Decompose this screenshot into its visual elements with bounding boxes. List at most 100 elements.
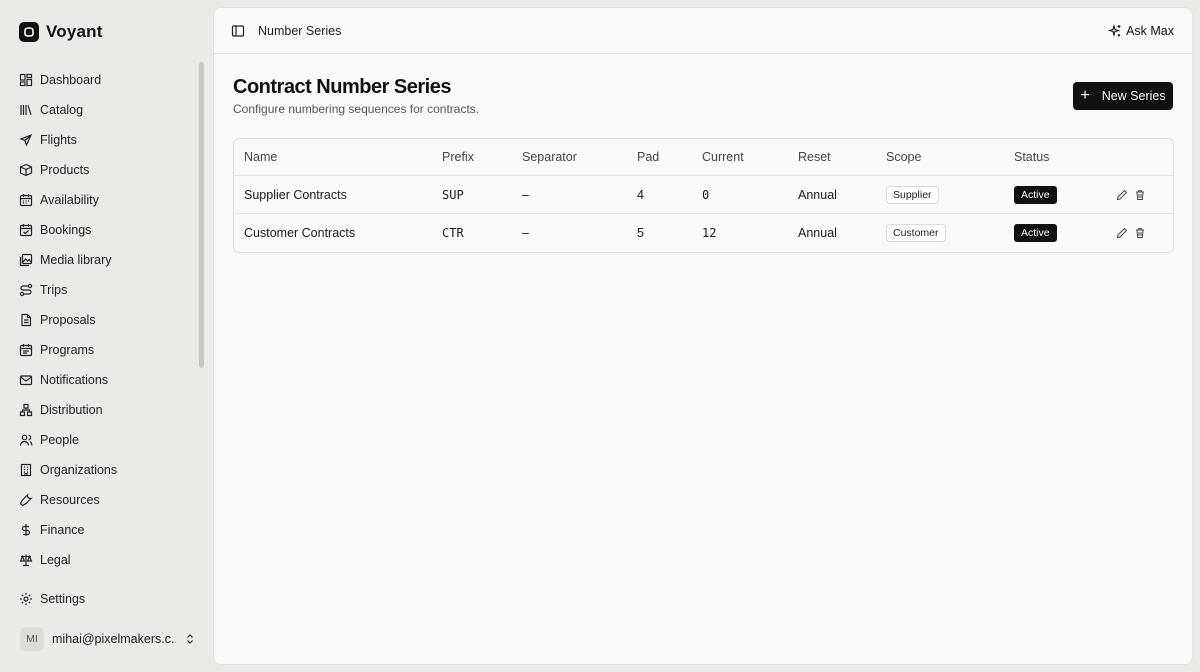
sidebar-item-programs[interactable]: Programs <box>12 335 196 365</box>
sidebar-item-label: Finance <box>40 523 85 537</box>
edit-pencil-icon[interactable] <box>1116 189 1128 201</box>
column-header-separator[interactable]: Separator <box>522 139 577 175</box>
row-separator: – <box>522 226 529 240</box>
row-scope-cell: Supplier <box>886 176 939 213</box>
library-icon <box>20 105 32 115</box>
sidebar-item-flights[interactable]: Flights <box>12 125 196 155</box>
sidebar-item-legal[interactable]: Legal <box>12 545 196 575</box>
sidebar-item-label: Media library <box>40 253 112 267</box>
column-header-current[interactable]: Current <box>702 139 744 175</box>
column-header-pad[interactable]: Pad <box>637 139 659 175</box>
row-name: Supplier Contracts <box>244 187 347 202</box>
sidebar-item-availability[interactable]: Availability <box>12 185 196 215</box>
sidebar-item-finance[interactable]: Finance <box>12 515 196 545</box>
table-header-row: Name Prefix Separator Pad Current Reset … <box>234 139 1173 176</box>
plane-icon <box>19 133 33 147</box>
row-reset: Annual <box>798 226 837 240</box>
sidebar-nav: Dashboard Catalog Flights Products Avail… <box>12 65 196 575</box>
network-icon <box>19 403 33 417</box>
sidebar-item-bookings[interactable]: Bookings <box>12 215 196 245</box>
top-bar: Number Series Ask Max <box>214 8 1192 54</box>
row-pad: 4 <box>637 187 644 202</box>
row-prefix: CTR <box>442 226 464 240</box>
chevron-up-down-icon <box>187 634 193 644</box>
sidebar-item-notifications[interactable]: Notifications <box>12 365 196 395</box>
row-reset: Annual <box>798 187 837 202</box>
sidebar-item-proposals[interactable]: Proposals <box>12 305 196 335</box>
sidebar-item-label: Legal <box>40 553 71 567</box>
sidebar-item-trips[interactable]: Trips <box>12 275 196 305</box>
row-current: 12 <box>702 226 717 240</box>
sidebar-item-label: Proposals <box>40 313 96 327</box>
sidebar-item-label: Catalog <box>40 103 84 117</box>
sidebar-item-label: Resources <box>40 493 100 507</box>
sidebar-item-label: Availability <box>40 193 99 207</box>
sidebar-item-label: Flights <box>40 133 77 147</box>
delete-trash-icon[interactable] <box>1134 189 1146 201</box>
ask-max-button[interactable]: Ask Max <box>1108 23 1174 38</box>
sidebar-toggle-icon[interactable] <box>231 24 245 38</box>
images-icon <box>19 253 33 267</box>
sidebar-item-label: Products <box>40 163 90 177</box>
status-badge: Active <box>1014 224 1057 242</box>
sidebar-settings-section: Settings <box>12 584 196 614</box>
sidebar-item-dashboard[interactable]: Dashboard <box>12 65 196 95</box>
dollar-icon <box>21 524 31 536</box>
calendar-icon <box>19 194 33 207</box>
dashboard-icon <box>19 73 33 87</box>
brand[interactable]: Voyant <box>19 20 103 44</box>
breadcrumb: Number Series <box>258 23 342 38</box>
user-email: mihai@pixelmakers.c... <box>52 632 176 646</box>
page-title: Contract Number Series <box>233 76 451 98</box>
mail-icon <box>19 375 33 386</box>
main-panel: Number Series Ask Max Contract Number Se… <box>213 7 1193 665</box>
plus-icon: + <box>1080 87 1090 104</box>
sidebar-item-label: Distribution <box>40 403 103 417</box>
delete-trash-icon[interactable] <box>1134 227 1146 239</box>
row-actions <box>1116 176 1146 213</box>
sidebar-item-label: Bookings <box>40 223 92 237</box>
scope-badge: Supplier <box>886 185 939 204</box>
sidebar-item-organizations[interactable]: Organizations <box>12 455 196 485</box>
edit-pencil-icon[interactable] <box>1116 227 1128 239</box>
ask-max-label: Ask Max <box>1126 23 1174 38</box>
row-name: Customer Contracts <box>244 226 356 240</box>
row-current: 0 <box>702 187 710 202</box>
new-series-button[interactable]: + New Series <box>1073 82 1173 110</box>
sidebar-item-label: Settings <box>40 592 86 606</box>
sidebar-scrollbar[interactable] <box>199 62 204 368</box>
route-icon <box>19 283 33 297</box>
sidebar-item-label: Notifications <box>40 373 109 387</box>
column-header-reset[interactable]: Reset <box>798 139 831 175</box>
new-series-label: New Series <box>1101 89 1166 103</box>
scope-badge: Customer <box>886 224 946 242</box>
table-row[interactable]: Customer Contracts CTR – 5 12 Annual Cus… <box>234 214 1173 252</box>
column-header-prefix[interactable]: Prefix <box>442 139 474 175</box>
avatar: MI <box>20 627 44 651</box>
brand-name: Voyant <box>46 22 103 41</box>
sidebar-item-distribution[interactable]: Distribution <box>12 395 196 425</box>
table-row[interactable]: Supplier Contracts SUP – 4 0 Annual Supp… <box>234 176 1173 214</box>
sidebar-item-resources[interactable]: Resources <box>12 485 196 515</box>
package-icon <box>19 163 33 177</box>
sidebar-item-label: Dashboard <box>40 73 102 87</box>
sidebar-item-products[interactable]: Products <box>12 155 196 185</box>
file-text-icon <box>21 313 32 327</box>
column-header-status[interactable]: Status <box>1014 139 1049 175</box>
sidebar-item-label: Organizations <box>40 463 118 477</box>
sidebar-item-settings[interactable]: Settings <box>12 584 196 614</box>
row-prefix: SUP <box>442 187 464 202</box>
page-subtitle: Configure numbering sequences for contra… <box>233 102 480 116</box>
row-actions <box>1116 214 1146 252</box>
sidebar-item-media-library[interactable]: Media library <box>12 245 196 275</box>
column-header-scope[interactable]: Scope <box>886 139 921 175</box>
users-icon <box>19 434 33 446</box>
sidebar-item-catalog[interactable]: Catalog <box>12 95 196 125</box>
building-icon <box>20 463 32 477</box>
column-header-name[interactable]: Name <box>244 139 277 175</box>
gear-icon <box>20 593 32 605</box>
row-pad: 5 <box>637 226 644 240</box>
calendar-check-icon <box>19 224 33 237</box>
sidebar-item-people[interactable]: People <box>12 425 196 455</box>
user-menu[interactable]: MI mihai@pixelmakers.c... <box>20 626 196 652</box>
